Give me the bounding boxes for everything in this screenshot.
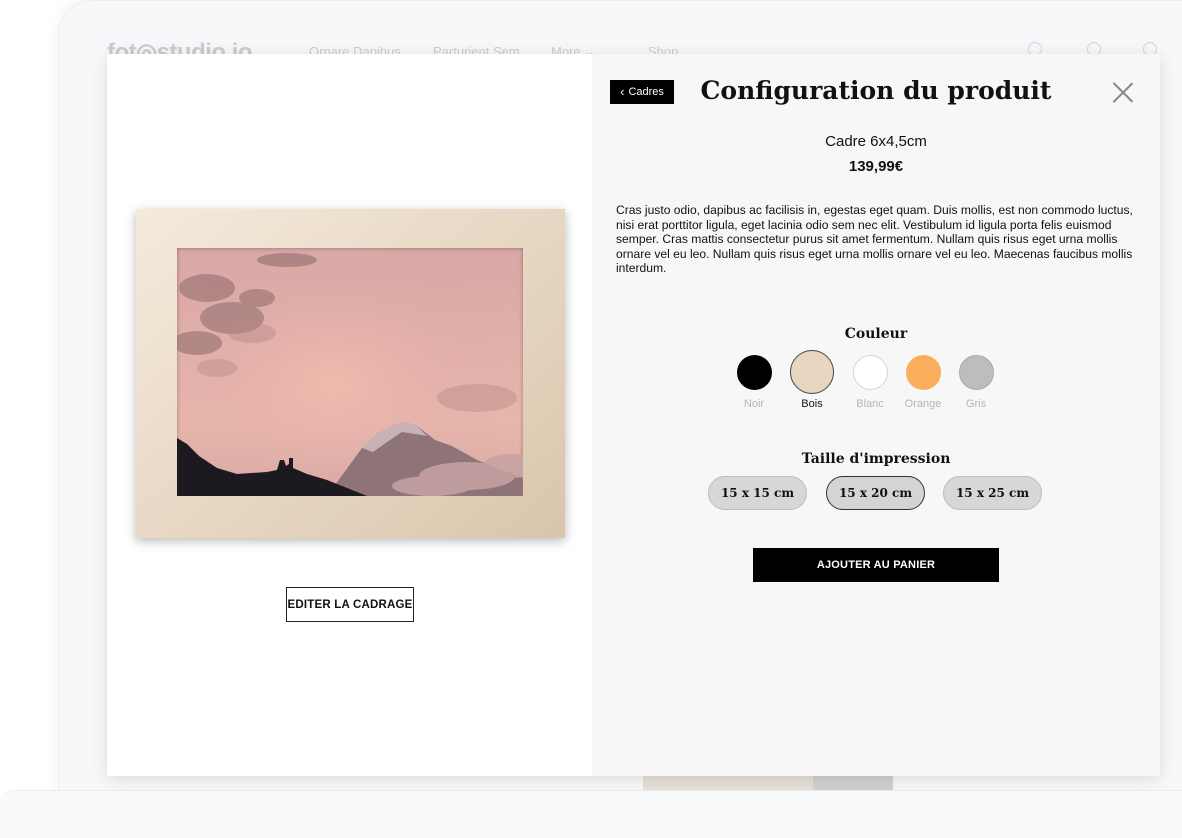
product-config-modal: EDITER LA CADRAGE ‹ Cadres Configuration…: [107, 54, 1160, 776]
modal-title: Configuration du produit: [700, 76, 1052, 105]
configuration-pane: ‹ Cadres Configuration du produit Cadre …: [592, 54, 1160, 776]
product-price: 139,99€: [848, 158, 904, 175]
preview-pane: EDITER LA CADRAGE: [107, 54, 592, 776]
size-options: 15 x 15 cm 15 x 20 cm 15 x 25 cm: [592, 476, 1160, 511]
color-section-title: Couleur: [844, 326, 908, 342]
frame-preview: [136, 209, 565, 538]
edit-cropping-button[interactable]: EDITER LA CADRAGE: [286, 587, 414, 622]
color-label: Noir: [743, 398, 765, 410]
color-option-blanc[interactable]: Blanc: [841, 351, 899, 410]
close-icon[interactable]: [1112, 81, 1134, 103]
color-label: Bois: [801, 398, 823, 410]
size-section-title: Taille d'impression: [801, 451, 951, 467]
product-description: Cras justo odio, dapibus ac facilisis in…: [616, 203, 1133, 275]
color-options: Noir Bois Blanc Orange Gris: [592, 350, 1160, 421]
color-option-noir[interactable]: Noir: [725, 351, 783, 410]
size-option-15x20[interactable]: 15 x 20 cm: [826, 476, 925, 510]
color-label: Orange: [904, 398, 942, 410]
color-option-gris[interactable]: Gris: [947, 351, 1005, 410]
device-base: [0, 790, 1182, 838]
background-photo-strip: [643, 775, 893, 791]
color-option-bois[interactable]: Bois: [783, 350, 841, 410]
color-swatch: [958, 355, 994, 390]
color-label: Blanc: [856, 398, 884, 410]
add-to-cart-button[interactable]: AJOUTER AU PANIER: [753, 548, 999, 582]
color-swatch: [736, 355, 772, 390]
color-label: Gris: [965, 398, 987, 410]
color-swatch: [790, 350, 834, 394]
color-swatch: [852, 355, 888, 390]
size-option-15x25[interactable]: 15 x 25 cm: [943, 476, 1042, 510]
size-option-15x15[interactable]: 15 x 15 cm: [708, 476, 807, 510]
color-option-orange[interactable]: Orange: [894, 351, 952, 410]
product-name: Cadre 6x4,5cm: [825, 133, 927, 150]
color-swatch: [905, 355, 941, 390]
mountain-landscape-image: [177, 248, 523, 496]
framed-photo: [177, 248, 523, 496]
